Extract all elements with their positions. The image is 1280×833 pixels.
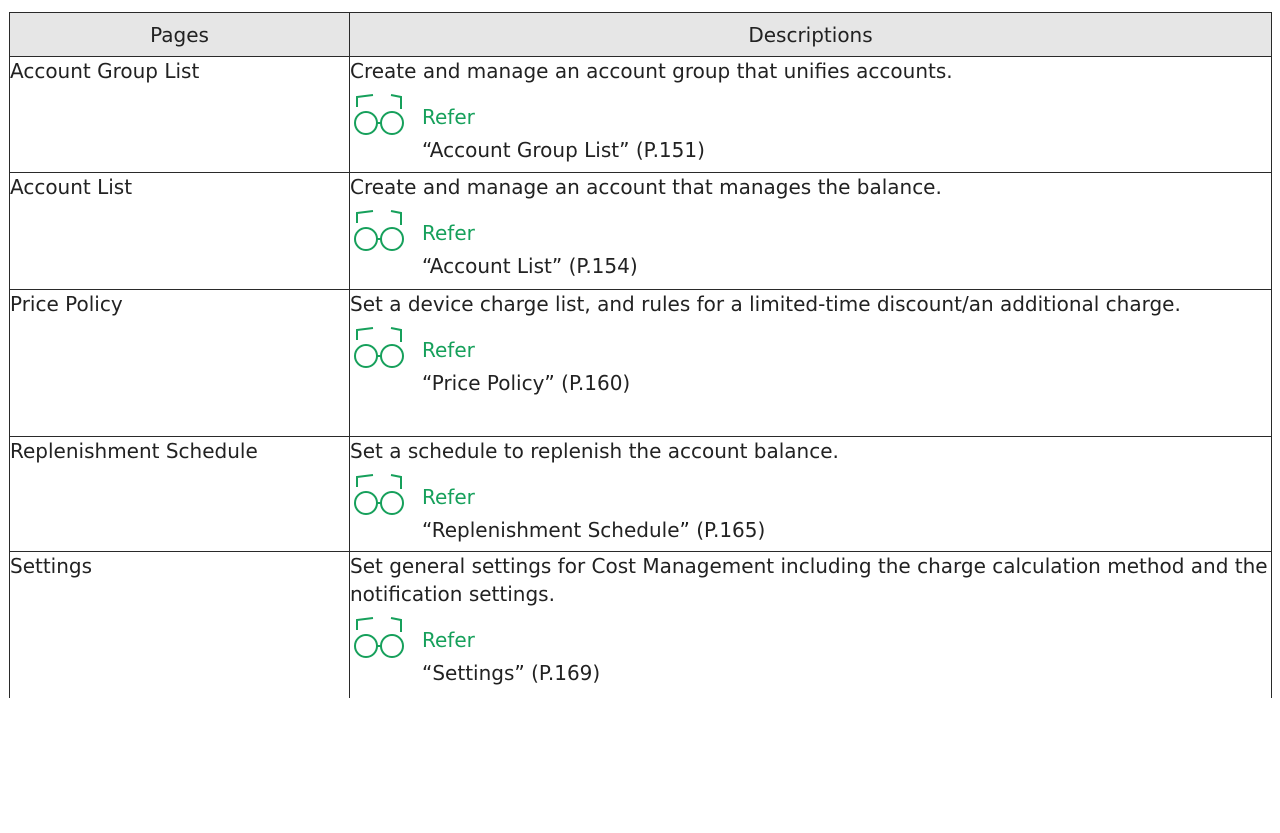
glasses-icon — [354, 617, 404, 658]
reference-link[interactable]: “Price Policy” (P.160) — [422, 370, 630, 396]
description-cell: Set general settings for Cost Management… — [349, 551, 1272, 698]
description-cell: Create and manage an account that manage… — [349, 172, 1272, 290]
page-name-cell: Account List — [9, 172, 350, 290]
glasses-icon — [354, 210, 404, 251]
header-descriptions: Descriptions — [349, 12, 1272, 57]
refer-block: Refer “Replenishment Schedule” (P.165) — [350, 473, 1271, 551]
table-row: Replenishment Schedule Set a schedule to… — [9, 436, 1272, 552]
table-header-row: Pages Descriptions — [9, 12, 1272, 57]
reference-link[interactable]: “Settings” (P.169) — [422, 660, 600, 686]
description-text: Set general settings for Cost Management… — [350, 554, 1268, 606]
description-text: Set a device charge list, and rules for … — [350, 292, 1181, 316]
refer-label: Refer — [422, 485, 475, 509]
description-text: Create and manage an account that manage… — [350, 175, 942, 199]
refer-label: Refer — [422, 338, 475, 362]
glasses-icon — [354, 94, 404, 135]
refer-block: Refer “Account List” (P.154) — [350, 209, 1271, 287]
reference-link[interactable]: “Account Group List” (P.151) — [422, 137, 705, 163]
description-cell: Set a device charge list, and rules for … — [349, 289, 1272, 437]
table-row: Price Policy Set a device charge list, a… — [9, 289, 1272, 437]
description-text: Set a schedule to replenish the account … — [350, 439, 839, 463]
pages-table: Pages Descriptions Account Group List Cr… — [9, 12, 1272, 698]
refer-label: Refer — [422, 628, 475, 652]
document-page: Pages Descriptions Account Group List Cr… — [0, 0, 1280, 833]
refer-label: Refer — [422, 105, 475, 129]
page-name-cell: Settings — [9, 551, 350, 698]
glasses-icon — [354, 474, 404, 515]
table-row: Settings Set general settings for Cost M… — [9, 551, 1272, 698]
description-text: Create and manage an account group that … — [350, 59, 953, 83]
reference-link[interactable]: “Account List” (P.154) — [422, 253, 638, 279]
description-cell: Create and manage an account group that … — [349, 56, 1272, 173]
description-cell: Set a schedule to replenish the account … — [349, 436, 1272, 552]
page-name-cell: Price Policy — [9, 289, 350, 437]
page-name-cell: Replenishment Schedule — [9, 436, 350, 552]
page-name-cell: Account Group List — [9, 56, 350, 173]
table-row: Account List Create and manage an accoun… — [9, 172, 1272, 290]
refer-block: Refer “Account Group List” (P.151) — [350, 93, 1271, 171]
refer-block: Refer “Price Policy” (P.160) — [350, 326, 1271, 404]
refer-label: Refer — [422, 221, 475, 245]
reference-link[interactable]: “Replenishment Schedule” (P.165) — [422, 517, 765, 543]
glasses-icon — [354, 327, 404, 368]
header-pages: Pages — [9, 12, 350, 57]
refer-block: Refer “Settings” (P.169) — [350, 616, 1271, 694]
table-row: Account Group List Create and manage an … — [9, 56, 1272, 173]
